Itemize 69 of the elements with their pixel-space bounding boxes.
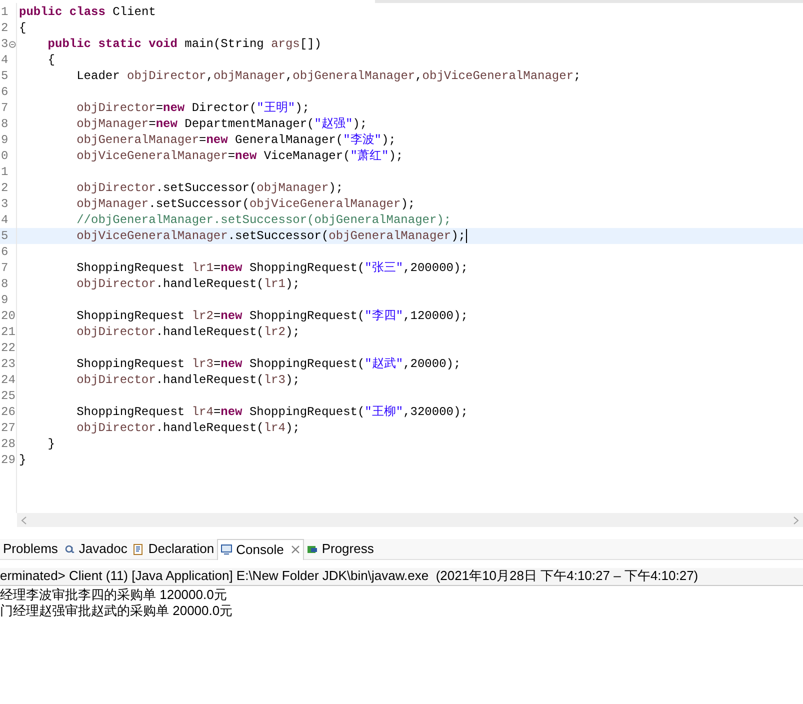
line-number: 23	[0, 356, 16, 372]
panel-tab[interactable]: Declaration	[130, 538, 218, 560]
line-number: 6	[0, 84, 8, 100]
panel-tab[interactable]: Progress	[304, 538, 377, 560]
horizontal-scrollbar[interactable]	[17, 513, 803, 527]
line-number: 5	[0, 68, 8, 84]
code-line: {	[46, 52, 56, 68]
panel-tab[interactable]: Problems	[0, 538, 61, 560]
line-number: 1	[0, 4, 8, 20]
console-output-line: 经理李波审批李四的采购单 120000.0元	[0, 587, 228, 603]
line-number: 2	[0, 20, 8, 36]
code-line: objDirector.setSuccessor(objManager);	[76, 180, 344, 196]
line-number: 9	[0, 292, 8, 308]
console-status: erminated> Client (11) [Java Application] E:\New Folder JDK\bin\javaw.exe (2021年10月28日 下午4:10:27 – 下午4:10:27)	[0, 568, 700, 584]
line-number: 20	[0, 308, 16, 324]
code-line: objManager.setSuccessor(objViceGeneralManager);	[76, 196, 416, 212]
document-icon	[133, 544, 144, 554]
line-number: 0	[0, 148, 8, 164]
line-number: 7	[0, 100, 8, 116]
line-number: 26	[0, 404, 16, 420]
line-number: 2	[0, 180, 8, 196]
code-line: public class Client	[19, 4, 156, 20]
code-line: ShoppingRequest lr3=new ShoppingRequest("赵武",20000);	[76, 356, 461, 372]
code-line: ShoppingRequest lr1=new ShoppingRequest("张三",200000);	[76, 260, 468, 276]
console-output-line: 门经理赵强审批赵武的采购单 20000.0元	[0, 603, 234, 619]
panel-tab[interactable]: Javadoc	[60, 538, 130, 560]
line-number: 29	[0, 452, 16, 468]
code-line: objDirector.handleRequest(lr3);	[76, 372, 300, 388]
code-line: objDirector=new Director("王明");	[76, 100, 310, 116]
code-line: objViceGeneralManager.setSuccessor(objGeneralManager);	[76, 228, 466, 244]
code-line: //objGeneralManager.setSuccessor(objGeneralManager);	[76, 212, 452, 228]
line-number: 9	[0, 132, 8, 148]
code-line: ShoppingRequest lr4=new ShoppingRequest("王柳",320000);	[76, 404, 468, 420]
code-line: }	[19, 452, 26, 468]
scroll-right-icon[interactable]	[793, 516, 799, 524]
line-number: 22	[0, 340, 16, 356]
line-number: 27	[0, 420, 16, 436]
panel-tab[interactable]: Console	[217, 538, 304, 560]
code-line: objViceGeneralManager=new ViceManager("萧红");	[76, 148, 404, 164]
monitor-icon	[221, 544, 232, 555]
line-number: 4	[0, 212, 8, 228]
code-line: }	[46, 436, 56, 452]
line-number: 4	[0, 52, 8, 68]
code-line: objDirector.handleRequest(lr1);	[76, 276, 300, 292]
at-sign-icon	[64, 544, 75, 554]
line-number: 5	[0, 228, 8, 244]
line-number: 8	[0, 276, 8, 292]
scroll-left-icon[interactable]	[21, 516, 27, 524]
code-line: ShoppingRequest lr2=new ShoppingRequest("李四",120000);	[76, 308, 468, 324]
line-number: 3	[0, 36, 8, 52]
code-line: {	[19, 20, 26, 36]
code-line: objGeneralManager=new GeneralManager("李波");	[76, 132, 396, 148]
code-line: public static void main(String args[])	[46, 36, 322, 52]
line-number: 21	[0, 324, 16, 340]
line-number: 6	[0, 244, 8, 260]
code-line: objDirector.handleRequest(lr2);	[76, 324, 300, 340]
line-number: 24	[0, 372, 16, 388]
code-line: Leader objDirector,objManager,objGeneralManager,objViceGeneralManager;	[76, 68, 581, 84]
line-number: 25	[0, 388, 16, 404]
line-number: 3	[0, 196, 8, 212]
line-number: 28	[0, 436, 16, 452]
line-number: 1	[0, 164, 8, 180]
code-line: objManager=new DepartmentManager("赵强");	[76, 116, 368, 132]
fold-icon[interactable]	[9, 40, 16, 48]
line-number: 7	[0, 260, 8, 276]
progress-icon	[306, 544, 318, 554]
close-icon[interactable]	[290, 545, 300, 554]
line-number: 8	[0, 116, 8, 132]
code-line: objDirector.handleRequest(lr4);	[76, 420, 300, 436]
